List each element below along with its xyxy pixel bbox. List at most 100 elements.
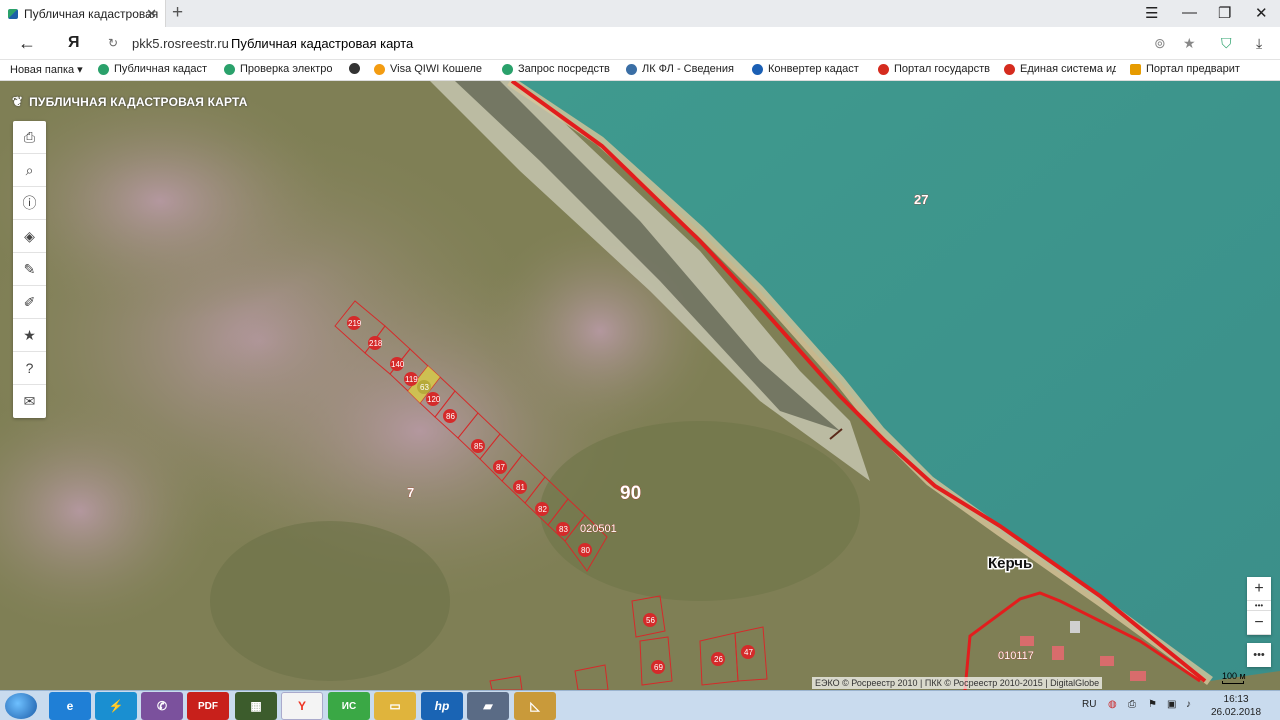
flag-icon bbox=[878, 63, 889, 75]
viber-icon[interactable]: ✆ bbox=[141, 692, 183, 720]
bookmarks-bar: Новая папка ▾ Публичная кадаст Проверка … bbox=[0, 60, 1280, 81]
map-title: ❦ ПУБЛИЧНАЯ КАДАСТРОВАЯ КАРТА bbox=[12, 94, 248, 110]
game-icon[interactable]: ▦ bbox=[235, 692, 277, 720]
satellite-map[interactable]: 27 7 90 020501 Керчь 010117 219 218 140 … bbox=[0, 81, 1280, 690]
parcel-number: 56 bbox=[646, 616, 655, 625]
parcel-number: 219 bbox=[348, 319, 362, 328]
scale-bar: 100 м bbox=[1222, 671, 1246, 684]
rosreestr-icon bbox=[502, 63, 513, 75]
scale-label: 100 м bbox=[1222, 671, 1246, 681]
bookmark-item[interactable]: Портал государств bbox=[878, 63, 990, 75]
volume-icon[interactable]: ♪ bbox=[1186, 699, 1191, 710]
minimize-button[interactable]: — bbox=[1182, 4, 1197, 21]
ruler-icon[interactable]: ◺ bbox=[514, 692, 556, 720]
bookmark-item[interactable]: Единая система ид bbox=[1004, 63, 1116, 75]
bookmark-item[interactable]: ЛК ФЛ - Сведения bbox=[626, 63, 738, 75]
mail-icon[interactable]: ✉ bbox=[13, 385, 46, 418]
network-icon[interactable]: ▣ bbox=[1167, 699, 1176, 710]
e-icon bbox=[1130, 63, 1141, 75]
zoom-slider[interactable]: ••• bbox=[1247, 601, 1271, 611]
zoom-out-button[interactable]: − bbox=[1247, 611, 1271, 635]
zoom-in-button[interactable]: + bbox=[1247, 577, 1271, 601]
clock-date: 26.02.2018 bbox=[1211, 707, 1262, 718]
bookmark-item[interactable]: Запрос посредств bbox=[502, 63, 612, 75]
yandex-browser-icon[interactable]: Y bbox=[281, 692, 323, 720]
bookmark-item[interactable]: Конвертер кадаст bbox=[752, 63, 864, 75]
maximize-button[interactable]: ❐ bbox=[1218, 4, 1231, 22]
flag-icon bbox=[1004, 63, 1015, 75]
bookmark-item[interactable] bbox=[349, 63, 365, 74]
flag-icon[interactable]: ⚑ bbox=[1148, 699, 1157, 710]
block-label: 020501 bbox=[580, 523, 617, 535]
cadastral-map[interactable]: 27 7 90 020501 Керчь 010117 219 218 140 … bbox=[0, 81, 1280, 690]
bookmark-item[interactable]: Портал предварит bbox=[1130, 63, 1242, 75]
system-clock[interactable]: 16:13 26.02.2018 bbox=[1211, 693, 1261, 719]
parcel-number: 85 bbox=[474, 442, 483, 451]
quarter-label: 27 bbox=[914, 192, 928, 207]
zoom-control: + ••• − bbox=[1247, 577, 1271, 635]
protect-icon[interactable]: ⊚ bbox=[1154, 35, 1166, 52]
browser-tab[interactable]: Публичная кадастровая ✕ bbox=[0, 0, 166, 27]
taskbar: e ⚡ ✆ PDF ▦ Y ИС ▭ hp ▰ ◺ RU ◍ ⎙ ⚑ ▣ ♪ 1… bbox=[0, 690, 1280, 720]
fns-icon bbox=[626, 63, 637, 75]
shield-icon[interactable]: ⛉ bbox=[1221, 35, 1232, 52]
yandex-logo[interactable]: Я bbox=[68, 34, 80, 52]
quarter-label: 90 bbox=[620, 483, 641, 504]
measure-icon[interactable]: ✐ bbox=[13, 286, 46, 319]
parcel-number: 140 bbox=[391, 360, 405, 369]
dark-circle-icon bbox=[349, 63, 360, 74]
back-button[interactable]: ← bbox=[18, 33, 36, 54]
parcel-number: 87 bbox=[496, 463, 505, 472]
secure-icon: ↻ bbox=[108, 36, 119, 50]
map-attribution: ЕЭКО © Росреестр 2010 | ПКК © Росреестр … bbox=[812, 677, 1103, 689]
parcel-number: 218 bbox=[369, 339, 383, 348]
bookmark-item[interactable]: Visa QIWI Кошеле bbox=[374, 63, 488, 75]
map-toolbar: ⎙ ⌕ ⓘ ◈ ✎ ✐ ★ ? ✉ bbox=[13, 121, 46, 418]
new-tab-button[interactable]: + bbox=[172, 2, 183, 24]
parcel-number: 69 bbox=[654, 663, 663, 672]
hp-icon[interactable]: hp bbox=[421, 692, 463, 720]
city-label: Керчь bbox=[988, 555, 1032, 572]
close-tab-icon[interactable]: ✕ bbox=[146, 6, 157, 22]
more-button[interactable]: ••• bbox=[1247, 643, 1271, 667]
pdf-icon[interactable]: PDF bbox=[187, 692, 229, 720]
info-icon[interactable]: ⓘ bbox=[13, 187, 46, 220]
layers-icon[interactable]: ◈ bbox=[13, 220, 46, 253]
clock-time: 16:13 bbox=[1223, 694, 1249, 705]
map-title-text: ПУБЛИЧНАЯ КАДАСТРОВАЯ КАРТА bbox=[29, 95, 248, 109]
parcel-number: 80 bbox=[581, 546, 590, 555]
close-window-button[interactable]: ✕ bbox=[1255, 4, 1268, 22]
language-indicator[interactable]: RU bbox=[1082, 699, 1096, 710]
parcel-number: 47 bbox=[744, 648, 753, 657]
bookmark-item[interactable]: Публичная кадаст bbox=[98, 63, 208, 75]
parcel-number: 81 bbox=[516, 483, 525, 492]
antivirus-icon[interactable]: ◍ bbox=[1108, 699, 1117, 710]
ie-icon[interactable]: e bbox=[49, 692, 91, 720]
download-icon[interactable]: ⤓ bbox=[1256, 35, 1262, 52]
help-icon[interactable]: ? bbox=[13, 352, 46, 385]
printer-icon[interactable]: ⎙ bbox=[1128, 699, 1136, 710]
url-domain[interactable]: pkk5.rosreestr.ru bbox=[132, 36, 229, 51]
parcel-number: 86 bbox=[446, 412, 455, 421]
menu-icon[interactable]: ☰ bbox=[1145, 4, 1158, 22]
tab-title: Публичная кадастровая bbox=[24, 6, 159, 21]
rosreestr-icon bbox=[224, 63, 235, 75]
print-icon[interactable]: ⎙ bbox=[13, 121, 46, 154]
search-icon[interactable]: ⌕ bbox=[13, 154, 46, 187]
scale-line bbox=[1222, 681, 1244, 684]
bookmark-star-icon[interactable]: ★ bbox=[1183, 35, 1196, 52]
parcel-number: 120 bbox=[427, 395, 441, 404]
ic-icon[interactable]: ИС bbox=[328, 692, 370, 720]
bookmark-item[interactable]: Проверка электро bbox=[224, 63, 336, 75]
parcel-number: 83 bbox=[559, 525, 568, 534]
star-icon[interactable]: ★ bbox=[13, 319, 46, 352]
lightning-icon[interactable]: ⚡ bbox=[95, 692, 137, 720]
bookmark-folder[interactable]: Новая папка ▾ bbox=[10, 63, 90, 76]
folder-icon[interactable]: ▭ bbox=[374, 692, 416, 720]
rosreestr-icon bbox=[98, 63, 109, 75]
diamond-icon bbox=[752, 63, 763, 75]
url-page-title[interactable]: Публичная кадастровая карта bbox=[231, 36, 413, 51]
start-button[interactable] bbox=[5, 693, 37, 719]
pencil-icon[interactable]: ✎ bbox=[13, 253, 46, 286]
scanner-icon[interactable]: ▰ bbox=[467, 692, 509, 720]
